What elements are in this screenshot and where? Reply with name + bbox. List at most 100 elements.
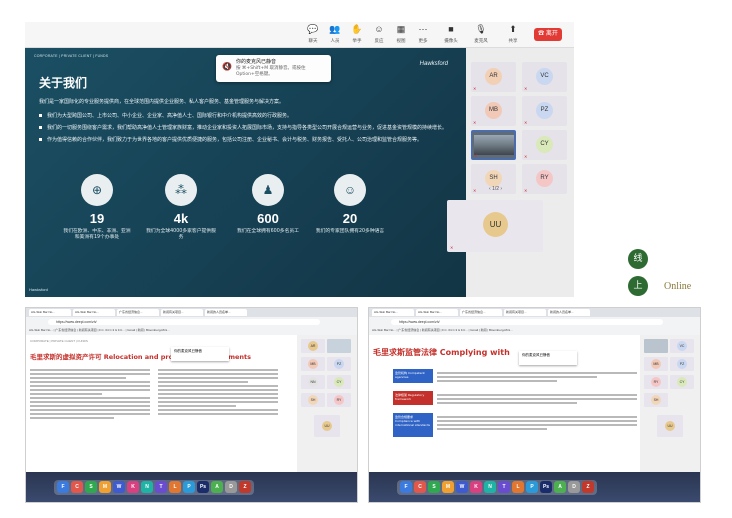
dock-app-icon[interactable]: N [484,481,496,493]
browser-tab[interactable]: AG-Skin Bar No... [416,309,458,316]
browser-tab[interactable]: 广东省经济信息... [117,309,159,316]
participant-tile[interactable]: PZ [327,357,351,371]
participant-tile[interactable]: VC [670,339,694,353]
participant-tile-large[interactable]: UU ✕ [447,200,543,252]
dock-app-icon[interactable]: C [414,481,426,493]
participant-tile[interactable]: MB [644,357,668,371]
gallery-pager[interactable]: ‹ 1/2 › [489,186,502,192]
mic-off-icon: ✕ [473,188,477,193]
document-page: CORPORATE | PRIVATE CLIENT | FUNDS 毛里求斯的… [30,339,300,470]
dock-app-icon[interactable]: M [442,481,454,493]
dock-app-icon[interactable]: Ps [540,481,552,493]
mac-dock: F C S M W K N T L P Ps A D Z [26,472,357,502]
dock-app-icon[interactable]: A [554,481,566,493]
view-button[interactable]: ▦ 视图 [390,25,412,45]
dock-app-icon[interactable]: S [85,481,97,493]
dock-app-icon[interactable]: D [568,481,580,493]
dock-app-icon[interactable]: W [113,481,125,493]
chevron-left-icon[interactable]: ‹ [489,186,491,192]
page-content: 毛里求斯监管法律 Complying with 监管机构 Competent a… [369,335,700,474]
participant-tile-large[interactable]: UU [314,415,340,437]
participant-tile[interactable]: SH [301,393,325,407]
participant-tile[interactable]: RY [327,393,351,407]
participant-video-tile[interactable] [327,339,351,353]
dock-app-icon[interactable]: W [456,481,468,493]
participant-gallery: VC MB PZ RY CY SH UU [640,335,700,474]
mute-notification: 🔇 你的麦克风已静音 按 ⌘+Shift+M 取消静音。或按住 Option+空… [216,55,331,82]
document-title: 毛里求斯监管法律 Complying with [373,348,510,357]
stat-staff: ♟ 600 我们在全球拥有600多名员工 [233,174,303,235]
dock-app-icon[interactable]: Ps [197,481,209,493]
participant-video-tile[interactable]: ✕ [471,130,516,160]
leave-button[interactable]: ☎ 离开 [534,28,562,41]
team-icon: ♟ [252,174,284,206]
address-bar[interactable]: https://www.deepl.com/zh/ [391,319,663,325]
slide-header: CORPORATE | PRIVATE CLIENT | FUNDS [34,54,109,58]
participant-tile[interactable]: AR [301,339,325,353]
dock-app-icon[interactable]: L [169,481,181,493]
dock-app-icon[interactable]: N [141,481,153,493]
participant-tile[interactable]: RY ✕ [522,164,567,194]
dock-app-icon[interactable]: S [428,481,440,493]
participant-tile[interactable]: PZ [670,357,694,371]
mute-notification: 你的麦克风已静音 [171,347,229,361]
dock-app-icon[interactable]: F [57,481,69,493]
dock-app-icon[interactable]: A [211,481,223,493]
participant-tile-large[interactable]: UU [657,415,683,437]
participant-tile[interactable]: PZ ✕ [522,96,567,126]
browser-tab[interactable]: 新闻的人员名单... [205,309,247,316]
chevron-right-icon[interactable]: › [500,186,502,192]
dock-app-icon[interactable]: F [400,481,412,493]
participant-tile[interactable]: MB ✕ [471,96,516,126]
dock-app-icon[interactable]: P [526,481,538,493]
tab-strip: AG-Skin Bar No... AG-Skin Bar No... 广东省经… [369,308,700,317]
dock-app-icon[interactable]: P [183,481,195,493]
participant-tile[interactable]: NN [301,375,325,389]
dock-app-icon[interactable]: Z [582,481,594,493]
expert-icon: ☺ [334,174,366,206]
dock-app-icon[interactable]: M [99,481,111,493]
dock-app-icon[interactable]: Z [239,481,251,493]
participant-tile[interactable]: CY [327,375,351,389]
participant-tile[interactable]: CY [670,375,694,389]
dock-app-icon[interactable]: K [470,481,482,493]
dock-app-icon[interactable]: T [498,481,510,493]
browser-tab[interactable]: AG-Skin Bar No... [372,309,414,316]
participant-video-tile[interactable] [644,339,668,353]
raise-hand-button[interactable]: ✋ 举手 [346,25,368,45]
browser-tab[interactable]: 新闻的人员名单... [548,309,590,316]
browser-tab[interactable]: AG-Skin Bar No... [29,309,71,316]
address-bar[interactable]: https://www.deepl.com/zh/ [48,319,320,325]
browser-tab[interactable]: 广东省经济信息... [460,309,502,316]
bookmarks-bar[interactable]: AG-Skin Bar No... | 广东省经济信息 | 新闻有关项目 | F… [372,327,700,333]
slide-footer-logo: Hawksford [29,287,48,292]
participant-tile[interactable]: CY ✕ [522,130,567,160]
reactions-button[interactable]: ☺ 反应 [368,25,390,45]
camera-button[interactable]: ■ 摄像头 [440,25,462,45]
emoji-icon: ☺ [374,24,384,34]
participant-tile[interactable]: VC ✕ [522,62,567,92]
participant-tile[interactable]: MB [301,357,325,371]
browser-tab[interactable]: 新闻有关项目... [504,309,546,316]
meeting-window: 💬 聊天 👥 人员 ✋ 举手 ☺ 反应 ▦ 视图 ⋯ 更多 ■ 摄像头 🎙 麦克风 ⬆ 共享 ☎ … [25,22,574,297]
browser-tab[interactable]: AG-Skin Bar No... [73,309,115,316]
page-content: CORPORATE | PRIVATE CLIENT | FUNDS 毛里求斯的… [26,335,357,474]
participant-tile[interactable]: AR ✕ [471,62,516,92]
more-button[interactable]: ⋯ 更多 [412,25,434,45]
dock-app-icon[interactable]: L [512,481,524,493]
dock-app-icon[interactable]: K [127,481,139,493]
mic-button[interactable]: 🎙 麦克风 [470,25,492,45]
dock-app-icon[interactable]: C [71,481,83,493]
participant-gallery: AR ✕ VC ✕ MB ✕ PZ ✕ ✕ CY ✕ SH ✕ RY ✕ [466,48,574,297]
participant-tile[interactable]: RY [644,375,668,389]
bookmarks-bar[interactable]: AG-Skin Bar No... | 广东省经济信息 | 新闻有关项目 | F… [29,327,357,333]
tab-strip: AG-Skin Bar No... AG-Skin Bar No... 广东省经… [26,308,357,317]
people-button[interactable]: 👥 人员 [324,25,346,45]
participant-tile[interactable]: SH [644,393,668,407]
browser-tab[interactable]: 新闻有关项目... [161,309,203,316]
dock-app-icon[interactable]: T [155,481,167,493]
dock-app-icon[interactable]: D [225,481,237,493]
share-button[interactable]: ⬆ 共享 [502,25,524,45]
slide-title: 关于我们 [39,76,88,90]
chat-button[interactable]: 💬 聊天 [302,25,324,45]
